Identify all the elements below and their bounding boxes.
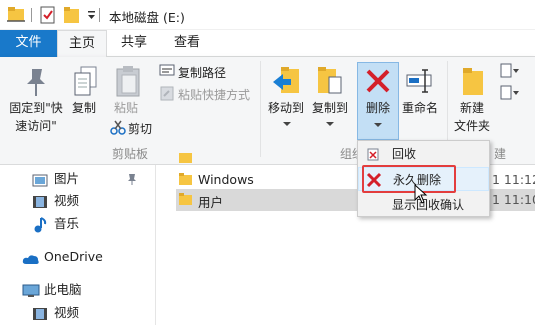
pin-icon[interactable] [22, 65, 50, 102]
title-bar: 本地磁盘 (E:) [0, 0, 535, 30]
highlight-box [362, 165, 456, 193]
chevron-down-icon[interactable] [283, 116, 291, 130]
paste-button[interactable]: 粘贴 [108, 99, 144, 116]
nav-item-this-pc[interactable]: 此电脑 [22, 279, 142, 301]
paste-shortcut-button[interactable]: 粘贴快捷方式 [178, 86, 250, 103]
pin-small-icon[interactable] [127, 173, 137, 188]
ribbon-tabs: 文件 主页 共享 查看 [0, 30, 535, 58]
nav-item-onedrive[interactable]: OneDrive [22, 246, 142, 268]
videos-icon [32, 306, 48, 325]
tab-share[interactable]: 共享 [110, 30, 158, 57]
nav-item-music[interactable]: 音乐 [32, 213, 142, 235]
folder-icon [179, 193, 193, 208]
new-item-icon[interactable] [499, 63, 523, 82]
clipboard-group-label: 剪贴板 [112, 147, 149, 161]
properties-icon[interactable] [40, 6, 56, 27]
new-folder-small-icon[interactable] [63, 6, 81, 27]
tab-file[interactable]: 文件 [0, 30, 57, 57]
divider-icon [31, 8, 33, 25]
pin-button-line2[interactable]: 速访问" [2, 117, 70, 134]
easy-access-icon[interactable] [499, 85, 523, 104]
folder-icon [179, 173, 193, 188]
nav-item-videos2[interactable]: 视频 [32, 302, 142, 324]
new-folder-icon[interactable] [459, 65, 487, 102]
pin-button-line1[interactable]: 固定到"快 [2, 99, 70, 116]
nav-item-pictures[interactable]: 图片 [32, 168, 142, 190]
file-date: 1 11:10 [492, 192, 535, 207]
nav-item-videos[interactable]: 视频 [32, 190, 142, 212]
cloud-icon [22, 250, 40, 272]
chevron-down-icon[interactable] [374, 117, 382, 131]
file-name: 用户 [198, 195, 224, 210]
music-note-icon [32, 217, 48, 240]
new-folder-line1[interactable]: 新建 [451, 99, 493, 116]
customize-toolbar-icon[interactable] [87, 10, 97, 24]
rename-button[interactable]: 重命名 [398, 99, 442, 116]
new-folder-line2[interactable]: 文件夹 [451, 117, 493, 134]
move-to-button[interactable]: 移动到 [264, 99, 308, 116]
cut-button[interactable]: 剪切 [128, 120, 152, 137]
divider-icon [99, 8, 101, 25]
window-title: 本地磁盘 (E:) [109, 10, 185, 25]
folder-small-icon [7, 6, 25, 25]
paste-icon[interactable] [114, 65, 142, 102]
tab-view[interactable]: 查看 [162, 30, 212, 57]
move-to-icon[interactable] [271, 65, 301, 102]
folder-icon [179, 151, 193, 166]
copy-to-icon[interactable] [314, 65, 344, 102]
group-separator [260, 61, 261, 157]
menu-item-recycle[interactable]: 回收 [358, 142, 489, 166]
file-date: 1 11:12 [492, 172, 535, 187]
copy-icon[interactable] [72, 65, 100, 102]
mouse-pointer-icon [414, 183, 428, 207]
delete-button-label[interactable]: 删除 [357, 99, 399, 116]
delete-x-icon[interactable] [364, 67, 392, 98]
copy-path-button[interactable]: 复制路径 [178, 64, 226, 81]
paste-shortcut-icon[interactable] [159, 85, 175, 104]
scissors-icon[interactable] [110, 119, 126, 138]
navigation-pane: 图片 视频 音乐 OneDrive 此电脑 视频 [0, 165, 156, 325]
copy-button[interactable]: 复制 [66, 99, 102, 116]
chevron-down-icon[interactable] [326, 116, 334, 130]
rename-icon[interactable] [405, 65, 435, 102]
tab-home[interactable]: 主页 [57, 30, 107, 58]
copy-to-button[interactable]: 复制到 [308, 99, 352, 116]
copy-path-icon[interactable] [159, 63, 175, 80]
file-name: Windows [198, 172, 254, 187]
